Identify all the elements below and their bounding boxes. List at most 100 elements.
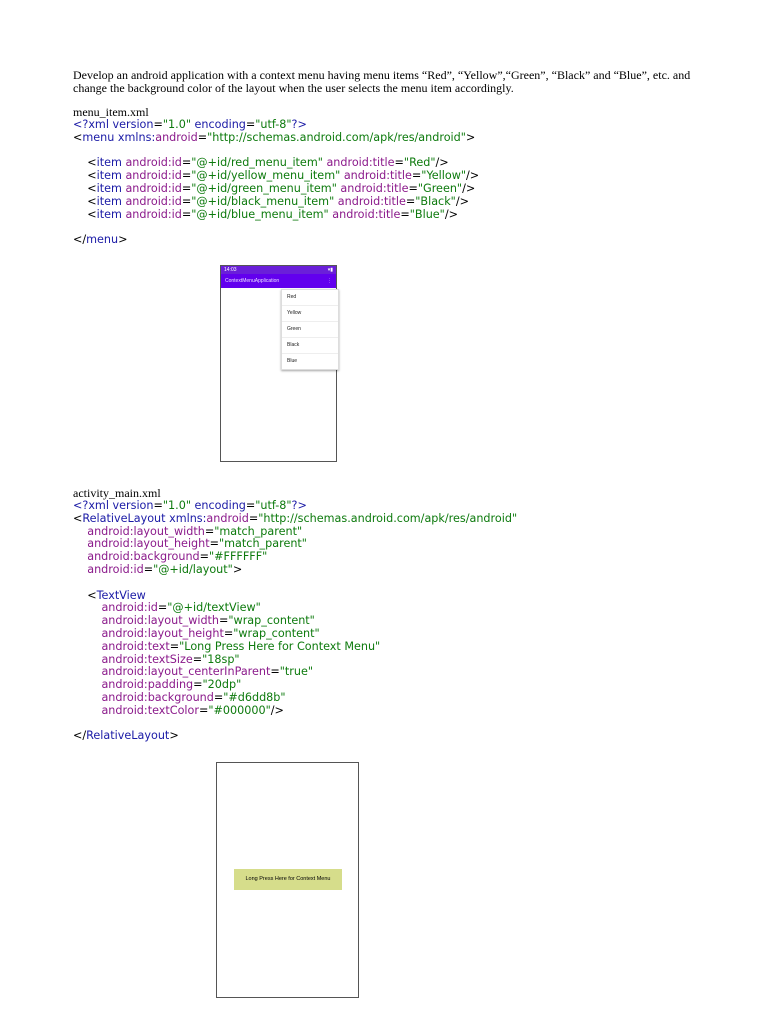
attr-value: "#d6dd8b" xyxy=(223,690,286,704)
menu-close-tag: menu xyxy=(86,233,119,247)
menu-item-title-val: "Red" xyxy=(403,156,436,170)
attr-value: "wrap_content" xyxy=(228,614,315,628)
menu-open-gt: > xyxy=(465,130,476,144)
menu-item-title-val: "Yellow" xyxy=(421,169,467,183)
attr-name: background xyxy=(133,550,200,564)
attr-ns: android: xyxy=(101,652,148,666)
menu-item-title-val: "Green" xyxy=(417,181,463,195)
menu-item-id-attr: android:id xyxy=(125,207,182,221)
layout-xmlns-val: "http://schemas.android.com/apk/res/andr… xyxy=(258,511,518,525)
attr-name: id xyxy=(147,601,158,615)
menu-item-id-val: "@+id/blue_menu_item" xyxy=(191,207,329,221)
layout-xmlns-ns: android xyxy=(206,511,249,525)
context-menu-item-green[interactable]: Green xyxy=(282,322,338,338)
attr-value: "@+id/textView" xyxy=(167,601,261,615)
attr-name: layout_width xyxy=(133,524,205,538)
attr-value: "#FFFFFF" xyxy=(209,550,268,564)
attr-ns: android: xyxy=(87,562,134,576)
context-menu-item-black[interactable]: Black xyxy=(282,338,338,354)
xml-decl-version-val: "1.0" xyxy=(162,118,191,131)
act-xml-decl-name: xml xyxy=(88,499,109,512)
overflow-menu-icon[interactable]: ⋮ xyxy=(327,274,332,288)
menu-item-title-attr: android:title xyxy=(332,207,401,221)
attr-value: "match_parent" xyxy=(214,524,303,538)
attr-name: id xyxy=(133,562,144,576)
menu-item-tag: item xyxy=(96,194,122,208)
menu-item-tag: item xyxy=(96,169,122,183)
menu-xmlns-eq: = xyxy=(197,130,208,144)
attr-value: "true" xyxy=(279,665,314,679)
act-xml-decl-close: ?> xyxy=(291,499,307,512)
attr-name: textColor xyxy=(147,703,199,717)
xml-decl-enc-attr: encoding xyxy=(194,118,246,131)
menu-items-block: <item android:id="@+id/red_menu_item" an… xyxy=(73,156,480,221)
activity-xml-code: <?xml version="1.0" encoding="utf-8"?> <… xyxy=(73,499,518,743)
context-menu-item-yellow[interactable]: Yellow xyxy=(282,306,338,322)
attr-name: layout_height xyxy=(133,537,210,551)
attr-name: textSize xyxy=(147,652,193,666)
context-menu-item-red[interactable]: Red xyxy=(282,290,338,306)
attr-value: "@+id/layout" xyxy=(153,562,233,576)
menu-item-id-val: "@+id/yellow_menu_item" xyxy=(191,169,341,183)
attr-ns: android: xyxy=(101,690,148,704)
menu-item-id-attr: android:id xyxy=(125,181,182,195)
attr-name: layout_height xyxy=(147,626,224,640)
menu-item-id-attr: android:id xyxy=(125,194,182,208)
menu-item-title-attr: android:title xyxy=(326,156,395,170)
textview-open-tag: TextView xyxy=(96,588,146,602)
menu-item-title-val: "Blue" xyxy=(409,207,445,221)
menu-item-id-val: "@+id/black_menu_item" xyxy=(191,194,335,208)
attr-name: background xyxy=(147,690,214,704)
attr-value: "20dp" xyxy=(202,678,242,692)
attr-ns: android: xyxy=(101,665,148,679)
layout-attrs-block: android:layout_width="match_parent" andr… xyxy=(87,524,307,576)
attr-ns: android: xyxy=(87,550,134,564)
menu-item-tag: item xyxy=(96,207,122,221)
menu-open-tag: menu xyxy=(82,130,115,144)
app-title: ContextMenuApplication xyxy=(225,278,280,284)
xml-decl-name: xml xyxy=(88,118,109,131)
xml-decl-enc-val: "utf-8" xyxy=(255,118,292,131)
menu-open-lt: < xyxy=(73,130,83,144)
attr-ns: android: xyxy=(87,537,134,551)
menu-close-gt: > xyxy=(118,233,128,247)
layout-close-tag: RelativeLayout xyxy=(86,729,170,743)
act-xml-decl-open: <? xyxy=(73,499,89,512)
attr-name: text xyxy=(147,639,170,653)
menu-item-title-attr: android:title xyxy=(337,194,406,208)
menu-xmlns-ns: android xyxy=(155,130,198,144)
attr-value: "18sp" xyxy=(202,652,240,666)
menu-item-id-attr: android:id xyxy=(125,169,182,183)
attr-ns: android: xyxy=(101,614,148,628)
act-xml-decl-version-val: "1.0" xyxy=(162,499,191,512)
textview-attrs-block: android:id="@+id/textView" android:layou… xyxy=(101,601,381,717)
context-menu-screenshot: 14:03 ▾▮ ContextMenuApplication ⋮ Red Ye… xyxy=(220,265,339,462)
layout-open-tag: RelativeLayout xyxy=(82,511,166,525)
context-menu-item-blue[interactable]: Blue xyxy=(282,354,338,369)
status-icons: ▾▮ xyxy=(327,267,333,273)
attr-value: "#000000" xyxy=(208,703,271,717)
context-menu: Red Yellow Green Black Blue xyxy=(281,289,339,370)
menu-close-lt: </ xyxy=(73,233,87,247)
menu-item-id-attr: android:id xyxy=(125,156,182,170)
long-press-textview[interactable]: Long Press Here for Context Menu xyxy=(234,869,342,890)
status-time: 14:03 xyxy=(224,267,237,273)
layout-xmlns-attr: xmlns: xyxy=(169,511,207,525)
menu-xmlns-val: "http://schemas.android.com/apk/res/andr… xyxy=(207,130,466,144)
menu-item-id-val: "@+id/green_menu_item" xyxy=(191,181,337,195)
menu-xml-code: <?xml version="1.0" encoding="utf-8"?> <… xyxy=(73,118,480,247)
attr-name: padding xyxy=(147,678,194,692)
attr-ns: android: xyxy=(101,639,148,653)
assignment-description: Develop an android application with a co… xyxy=(73,68,691,95)
attr-name: layout_centerInParent xyxy=(147,665,271,679)
menu-item-tag: item xyxy=(96,181,122,195)
attr-ns: android: xyxy=(101,626,148,640)
act-xml-decl-enc-attr: encoding xyxy=(194,499,246,512)
menu-item-title-attr: android:title xyxy=(340,181,409,195)
attr-value: "Long Press Here for Context Menu" xyxy=(179,639,381,653)
menu-item-title-val: "Black" xyxy=(415,194,456,208)
attr-ns: android: xyxy=(101,601,148,615)
menu-item-id-val: "@+id/red_menu_item" xyxy=(191,156,323,170)
attr-value: "match_parent" xyxy=(219,537,307,551)
app-bar: ContextMenuApplication ⋮ xyxy=(221,274,336,288)
